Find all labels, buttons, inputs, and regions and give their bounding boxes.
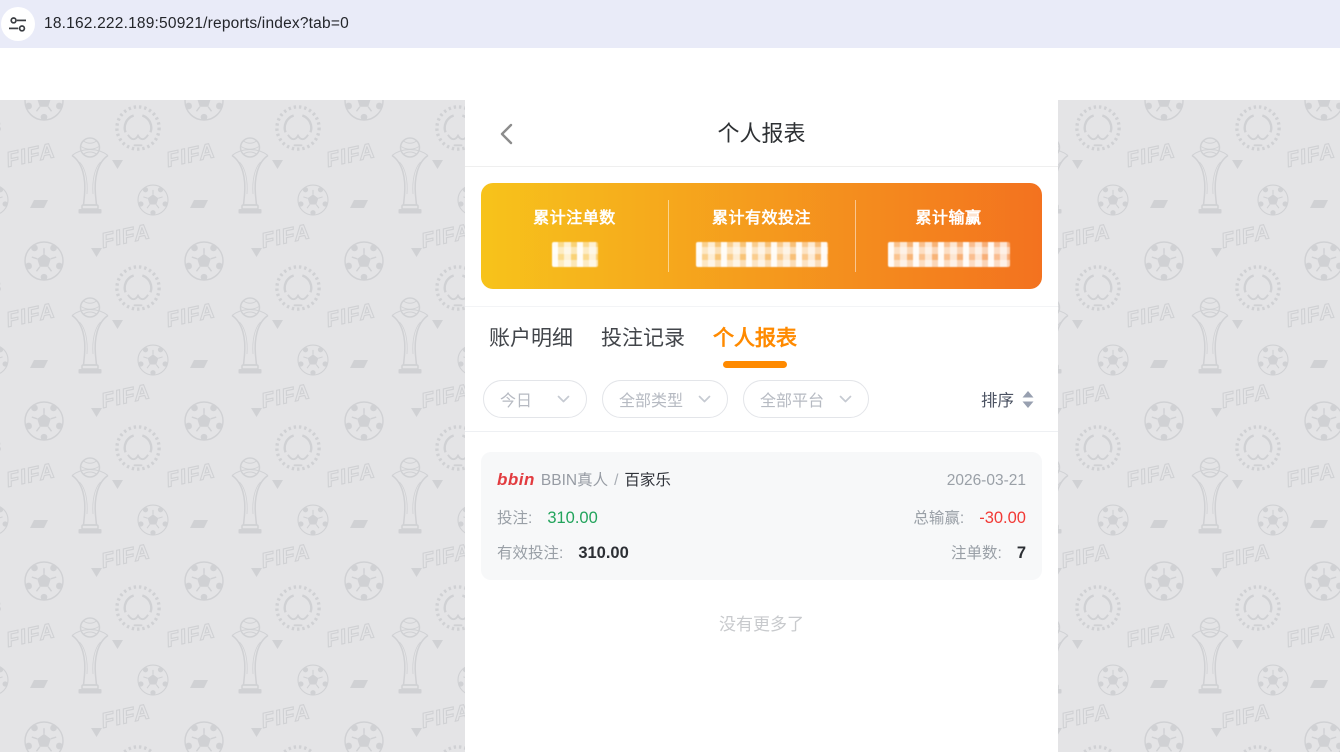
site-settings-button[interactable] [1, 7, 35, 41]
stat-total-bets: 累计注单数 [481, 183, 668, 289]
bet-value: 310.00 [547, 509, 597, 528]
winloss-value: -30.00 [979, 509, 1026, 528]
tab-bar: 账户明细 投注记录 个人报表 [465, 307, 1058, 368]
chevron-down-icon [698, 395, 711, 403]
sort-arrows-icon [1022, 391, 1034, 408]
separator: / [614, 472, 618, 490]
page-title: 个人报表 [465, 100, 1058, 167]
tab-personal-report[interactable]: 个人报表 [713, 322, 797, 368]
filter-label: 全部类型 [619, 387, 683, 411]
tab-bet-records[interactable]: 投注记录 [601, 322, 685, 368]
stat-winloss: 累计输赢 [855, 183, 1042, 289]
sort-label: 排序 [981, 387, 1014, 411]
count-value: 7 [1017, 544, 1026, 563]
summary-card: 累计注单数 累计有效投注 累计输赢 [481, 183, 1042, 289]
filter-date-dropdown[interactable]: 今日 [483, 380, 587, 418]
stat-value-masked [552, 242, 598, 267]
stat-value-masked [888, 242, 1010, 267]
sort-button[interactable]: 排序 [981, 387, 1040, 411]
record-card[interactable]: bbin BBIN真人 / 百家乐 2026-03-21 投注: 310.00 … [481, 452, 1042, 580]
valid-bet-value: 310.00 [578, 544, 628, 563]
chevron-down-icon [557, 395, 570, 403]
stat-label: 累计输赢 [855, 204, 1042, 228]
divider [668, 200, 669, 272]
filter-platform-dropdown[interactable]: 全部平台 [743, 380, 869, 418]
no-more-text: 没有更多了 [481, 610, 1042, 635]
tab-account-details[interactable]: 账户明细 [489, 322, 573, 368]
back-button[interactable] [495, 123, 517, 145]
valid-bet-label: 有效投注: [497, 541, 563, 563]
tab-underline [611, 361, 675, 368]
filter-type-dropdown[interactable]: 全部类型 [602, 380, 728, 418]
stat-label: 累计有效投注 [668, 204, 855, 228]
filter-bar: 今日 全部类型 全部平台 排序 [465, 380, 1058, 432]
record-date: 2026-03-21 [947, 472, 1026, 490]
screen: 18.162.222.189:50921/reports/index?tab=0 [0, 0, 1340, 752]
url-field[interactable]: 18.162.222.189:50921/reports/index?tab=0 [44, 0, 349, 48]
tab-label: 个人报表 [713, 322, 797, 352]
records-list: bbin BBIN真人 / 百家乐 2026-03-21 投注: 310.00 … [465, 432, 1058, 635]
filter-label: 今日 [500, 387, 532, 411]
divider [855, 200, 856, 272]
chevron-left-icon [500, 123, 513, 145]
filter-label: 全部平台 [760, 387, 824, 411]
tune-icon [9, 16, 27, 33]
tab-underline [723, 361, 787, 368]
bet-label: 投注: [497, 506, 532, 528]
tab-underline [499, 361, 563, 368]
provider-logo: bbin [497, 470, 535, 490]
app-panel: 个人报表 累计注单数 累计有效投注 累计输赢 账户明细 [465, 100, 1058, 752]
stat-label: 累计注单数 [481, 204, 668, 228]
provider-name: BBIN真人 [541, 468, 608, 490]
stat-valid-bets: 累计有效投注 [668, 183, 855, 289]
app-header: 个人报表 [465, 100, 1058, 167]
winloss-label: 总输赢: [913, 506, 964, 528]
chevron-down-icon [839, 395, 852, 403]
tab-label: 投注记录 [601, 322, 685, 352]
tab-label: 账户明细 [489, 322, 573, 352]
browser-address-bar[interactable]: 18.162.222.189:50921/reports/index?tab=0 [0, 0, 1340, 48]
count-label: 注单数: [951, 541, 1002, 563]
game-name: 百家乐 [624, 468, 671, 490]
stat-value-masked [696, 242, 828, 267]
